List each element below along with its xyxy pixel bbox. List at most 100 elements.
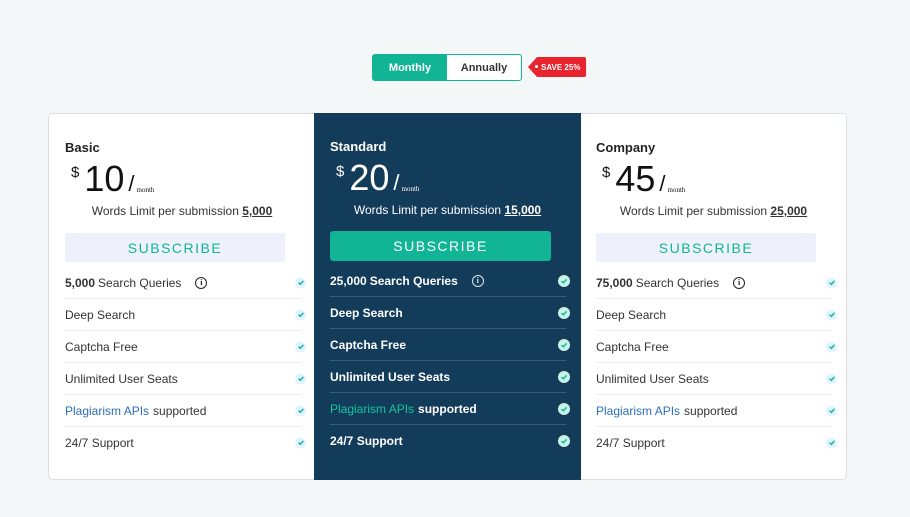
words-limit: Words Limit per submission 25,000: [580, 204, 847, 218]
check-circle-icon: [826, 309, 837, 320]
feature-captcha-free: Captcha Free: [330, 328, 570, 360]
plan-price: $ 20 / month: [336, 158, 419, 198]
words-limit-value: 15,000: [504, 203, 542, 217]
feature-label: supported: [153, 403, 207, 418]
feature-label: 24/7 Support: [330, 433, 403, 448]
price-slash: /: [659, 171, 666, 196]
feature-user-seats: Unlimited User Seats: [596, 362, 837, 394]
price-amount: 10: [84, 158, 125, 199]
feature-plagiarism-apis: Plagiarism APIs supported: [596, 394, 837, 426]
subscribe-button-basic[interactable]: SUBSCRIBE: [65, 233, 285, 262]
check-circle-icon: [826, 373, 837, 384]
check-circle-icon: [558, 370, 570, 383]
price-period: month: [401, 185, 420, 193]
check-circle-icon: [295, 405, 306, 416]
feature-plagiarism-apis: Plagiarism APIs supported: [330, 392, 570, 424]
feature-list: 75,000 Search Queries i Deep Search Capt…: [596, 267, 837, 458]
feature-deep-search: Deep Search: [330, 296, 570, 328]
feature-deep-search: Deep Search: [596, 298, 837, 330]
info-icon[interactable]: i: [733, 276, 746, 289]
queries-count: 25,000: [330, 273, 367, 288]
annually-toggle-button[interactable]: Annually: [447, 55, 521, 80]
check-circle-icon: [295, 373, 306, 384]
feature-list: 25,000 Search Queries i Deep Search Capt…: [330, 265, 570, 456]
subscribe-button-company[interactable]: SUBSCRIBE: [596, 233, 816, 262]
price-period: month: [667, 186, 686, 194]
queries-label: Search Queries: [635, 275, 720, 290]
plan-price: $ 45 / month: [602, 159, 685, 199]
check-circle-icon: [826, 277, 837, 288]
queries-count: 5,000: [65, 275, 96, 290]
price-amount: 20: [349, 157, 390, 198]
feature-label: Deep Search: [596, 307, 667, 322]
plan-price: $ 10 / month: [71, 159, 154, 199]
feature-support: 24/7 Support: [65, 426, 306, 458]
words-limit-value: 25,000: [770, 204, 808, 218]
plagiarism-apis-link[interactable]: Plagiarism APIs: [596, 404, 680, 418]
feature-label: Unlimited User Seats: [65, 371, 178, 386]
feature-label: Unlimited User Seats: [330, 369, 451, 384]
check-circle-icon: [826, 437, 837, 448]
feature-captcha-free: Captcha Free: [596, 330, 837, 362]
feature-support: 24/7 Support: [330, 424, 570, 456]
words-limit-label: Words Limit per submission: [91, 204, 239, 218]
save-badge: SAVE 25%: [528, 57, 587, 77]
feature-label: Deep Search: [330, 305, 403, 320]
currency-symbol: $: [71, 164, 80, 181]
plan-card-standard: Standard $ 20 / month Words Limit per su…: [314, 113, 581, 480]
feature-search-queries: 25,000 Search Queries i: [330, 265, 570, 296]
check-circle-icon: [558, 434, 570, 447]
pricing-plans: Basic $ 10 / month Words Limit per submi…: [48, 113, 847, 480]
price-period: month: [136, 186, 155, 194]
check-circle-icon: [295, 277, 306, 288]
plagiarism-apis-link[interactable]: Plagiarism APIs: [65, 404, 149, 418]
check-circle-icon: [558, 338, 570, 351]
check-circle-icon: [558, 274, 570, 287]
price-slash: /: [128, 171, 135, 196]
plagiarism-apis-link[interactable]: Plagiarism APIs: [330, 402, 414, 416]
words-limit: Words Limit per submission 15,000: [314, 203, 581, 217]
plan-name: Basic: [65, 140, 100, 155]
feature-label: supported: [418, 401, 477, 416]
info-icon[interactable]: i: [471, 274, 484, 287]
feature-label: Unlimited User Seats: [596, 371, 709, 386]
feature-plagiarism-apis: Plagiarism APIs supported: [65, 394, 306, 426]
check-circle-icon: [558, 306, 570, 319]
words-limit-label: Words Limit per submission: [353, 203, 502, 217]
check-circle-icon: [295, 341, 306, 352]
check-circle-icon: [826, 341, 837, 352]
plan-name: Standard: [330, 139, 387, 154]
check-circle-icon: [295, 437, 306, 448]
plan-card-basic: Basic $ 10 / month Words Limit per submi…: [49, 113, 315, 480]
words-limit: Words Limit per submission 5,000: [49, 204, 315, 218]
feature-label: Captcha Free: [596, 339, 669, 354]
currency-symbol: $: [336, 163, 345, 180]
queries-label: Search Queries: [98, 275, 182, 290]
subscribe-button-standard[interactable]: SUBSCRIBE: [330, 231, 551, 261]
feature-label: Deep Search: [65, 307, 136, 322]
billing-toggle: Monthly Annually: [372, 54, 522, 81]
queries-count: 75,000: [596, 275, 633, 290]
feature-support: 24/7 Support: [596, 426, 837, 458]
feature-label: 24/7 Support: [596, 435, 665, 450]
words-limit-label: Words Limit per submission: [619, 204, 768, 218]
feature-label: supported: [684, 403, 738, 418]
price-amount: 45: [615, 158, 656, 199]
feature-captcha-free: Captcha Free: [65, 330, 306, 362]
price-slash: /: [393, 170, 400, 195]
plan-card-company: Company $ 45 / month Words Limit per sub…: [580, 113, 847, 480]
feature-label: 24/7 Support: [65, 435, 134, 450]
check-circle-icon: [826, 405, 837, 416]
info-icon[interactable]: i: [195, 276, 208, 289]
check-circle-icon: [558, 402, 570, 415]
feature-search-queries: 5,000 Search Queries i: [65, 267, 306, 298]
queries-label: Search Queries: [369, 273, 458, 288]
plan-name: Company: [596, 140, 656, 155]
feature-user-seats: Unlimited User Seats: [65, 362, 306, 394]
feature-label: Captcha Free: [65, 339, 138, 354]
feature-search-queries: 75,000 Search Queries i: [596, 267, 837, 298]
feature-label: Captcha Free: [330, 337, 407, 352]
words-limit-value: 5,000: [242, 204, 273, 218]
monthly-toggle-button[interactable]: Monthly: [373, 55, 447, 80]
currency-symbol: $: [602, 164, 611, 181]
